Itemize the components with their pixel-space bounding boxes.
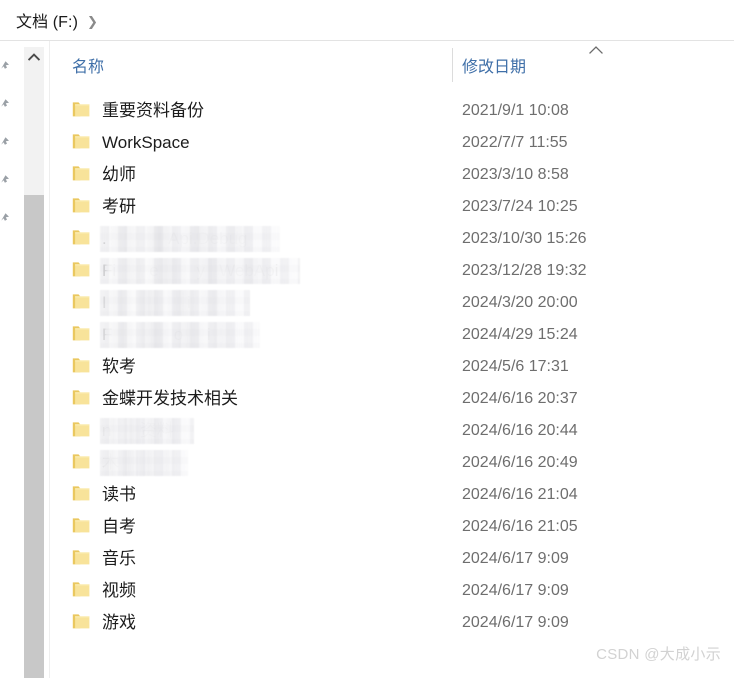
nav-pin-icon[interactable]	[0, 136, 10, 150]
file-list: 重要资料备份 2021/9/1 10:08 WorkSpace 2022/7/7 11…	[50, 95, 734, 655]
breadcrumb: 文档 (F:) ❯	[0, 0, 734, 41]
file-row[interactable]: 重要资料备份 2021/9/1 10:08	[50, 95, 734, 127]
file-row[interactable]: 软考 2024/5/6 17:31	[50, 351, 734, 383]
file-name[interactable]: n 资料	[102, 415, 174, 447]
file-name[interactable]: . Api.Debug	[102, 223, 248, 255]
file-row[interactable]: 自考 2024/6/16 21:05	[50, 511, 734, 543]
file-name[interactable]: WorkSpace	[102, 127, 190, 159]
folder-icon	[72, 197, 91, 214]
file-row[interactable]: 游戏 2024/6/17 9:09	[50, 607, 734, 639]
file-name[interactable]: 木	[102, 447, 157, 479]
file-row[interactable]: I i 2024/3/20 20:00	[50, 287, 734, 319]
scroll-up-button[interactable]	[24, 47, 44, 67]
nav-pin-icon[interactable]	[0, 174, 10, 188]
file-row[interactable]: WorkSpace 2022/7/7 11:55	[50, 127, 734, 159]
folder-icon	[72, 485, 91, 502]
folder-icon	[72, 613, 91, 630]
file-name[interactable]: 软考	[102, 351, 136, 383]
folder-icon	[72, 581, 91, 598]
file-date-modified: 2024/3/20 20:00	[462, 294, 578, 311]
breadcrumb-path-label[interactable]: 文档 (F:)	[16, 8, 78, 32]
folder-icon	[72, 389, 91, 406]
file-date-modified: 2024/6/17 9:09	[462, 582, 569, 599]
file-date-modified: 2024/6/17 9:09	[462, 614, 569, 631]
folder-icon	[72, 453, 91, 470]
file-name[interactable]: 读书	[102, 479, 136, 511]
file-row[interactable]: . Api.Debug 2023/10/30 15:26	[50, 223, 734, 255]
file-row[interactable]: 读书 2024/6/16 21:04	[50, 479, 734, 511]
file-name[interactable]: F o i	[102, 319, 211, 351]
file-date-modified: 2023/12/28 19:32	[462, 262, 587, 279]
file-date-modified: 2024/6/16 20:37	[462, 390, 578, 407]
nav-pin-icon[interactable]	[0, 212, 10, 226]
file-name[interactable]: 重要资料备份	[102, 95, 204, 127]
folder-icon	[72, 293, 91, 310]
folder-icon	[72, 261, 91, 278]
file-date-modified: 2024/4/29 15:24	[462, 326, 578, 343]
file-name[interactable]: 音乐	[102, 543, 136, 575]
file-date-modified: 2023/7/24 10:25	[462, 198, 578, 215]
file-date-modified: 2023/3/10 8:58	[462, 166, 569, 183]
column-header-row: 名称 修改日期	[50, 42, 734, 88]
file-date-modified: 2024/6/16 20:44	[462, 422, 578, 439]
sort-ascending-icon	[588, 45, 604, 57]
file-name[interactable]: 游戏	[102, 607, 136, 639]
file-date-modified: 2024/6/16 21:05	[462, 518, 578, 535]
file-date-modified: 2023/10/30 15:26	[462, 230, 587, 247]
folder-icon	[72, 421, 91, 438]
file-explorer-window: 文档 (F:) ❯ 名称 修改日期 重要资料备份 2021/9/1 10:08 Wo…	[0, 0, 734, 678]
file-row[interactable]: 木 2024/6/16 20:49	[50, 447, 734, 479]
file-date-modified: 2024/6/17 9:09	[462, 550, 569, 567]
folder-icon	[72, 229, 91, 246]
file-row[interactable]: F o i 2024/4/29 15:24	[50, 319, 734, 351]
file-name[interactable]: 视频	[102, 575, 136, 607]
folder-icon	[72, 325, 91, 342]
column-separator[interactable]	[452, 48, 453, 82]
file-row[interactable]: Fi e y WebApi 2023/12/28 19:32	[50, 255, 734, 287]
file-name[interactable]: 幼师	[102, 159, 136, 191]
file-row[interactable]: 音乐 2024/6/17 9:09	[50, 543, 734, 575]
watermark: CSDN @大成小示	[596, 646, 721, 663]
file-date-modified: 2021/9/1 10:08	[462, 102, 569, 119]
file-row[interactable]: n 资料 2024/6/16 20:44	[50, 415, 734, 447]
file-date-modified: 2024/6/16 20:49	[462, 454, 578, 471]
file-name[interactable]: Fi e y WebApi	[102, 255, 278, 287]
nav-pin-icon[interactable]	[0, 98, 10, 112]
file-row[interactable]: 考研 2023/7/24 10:25	[50, 191, 734, 223]
file-name[interactable]: I i	[102, 287, 191, 319]
file-row[interactable]: 金蝶开发技术相关 2024/6/16 20:37	[50, 383, 734, 415]
file-date-modified: 2024/6/16 21:04	[462, 486, 578, 503]
vertical-scrollbar[interactable]	[24, 47, 44, 678]
folder-icon	[72, 133, 91, 150]
file-name[interactable]: 考研	[102, 191, 136, 223]
column-header-date-modified[interactable]: 修改日期	[462, 53, 526, 77]
file-row[interactable]: 视频 2024/6/17 9:09	[50, 575, 734, 607]
scrollbar-thumb[interactable]	[24, 195, 44, 678]
folder-icon	[72, 517, 91, 534]
file-date-modified: 2024/5/6 17:31	[462, 358, 569, 375]
folder-icon	[72, 101, 91, 118]
nav-pin-icon[interactable]	[0, 60, 10, 74]
file-row[interactable]: 幼师 2023/3/10 8:58	[50, 159, 734, 191]
column-header-name[interactable]: 名称	[72, 53, 104, 77]
file-name[interactable]: 自考	[102, 511, 136, 543]
chevron-right-icon[interactable]: ❯	[87, 15, 98, 28]
folder-icon	[72, 357, 91, 374]
file-date-modified: 2022/7/7 11:55	[462, 134, 568, 151]
folder-icon	[72, 549, 91, 566]
left-nav-rail	[0, 41, 14, 678]
folder-icon	[72, 165, 91, 182]
file-name[interactable]: 金蝶开发技术相关	[102, 383, 238, 415]
